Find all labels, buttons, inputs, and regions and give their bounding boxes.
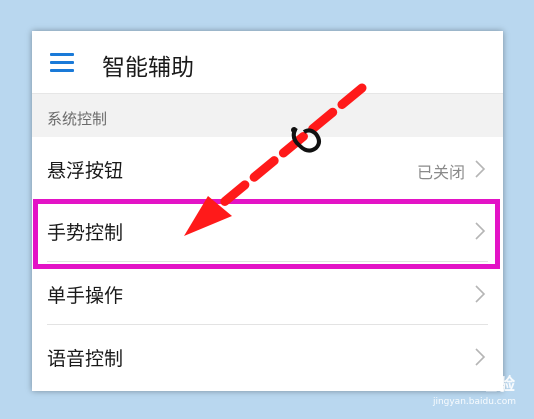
watermark-url: jingyan.baidu.com [432, 397, 516, 407]
annotation-overlay [184, 83, 367, 236]
watermark-brand: Baidu经验 [420, 375, 516, 395]
red-arrow-icon [184, 83, 367, 236]
watermark: Baidu经验 jingyan.baidu.com [420, 370, 516, 407]
